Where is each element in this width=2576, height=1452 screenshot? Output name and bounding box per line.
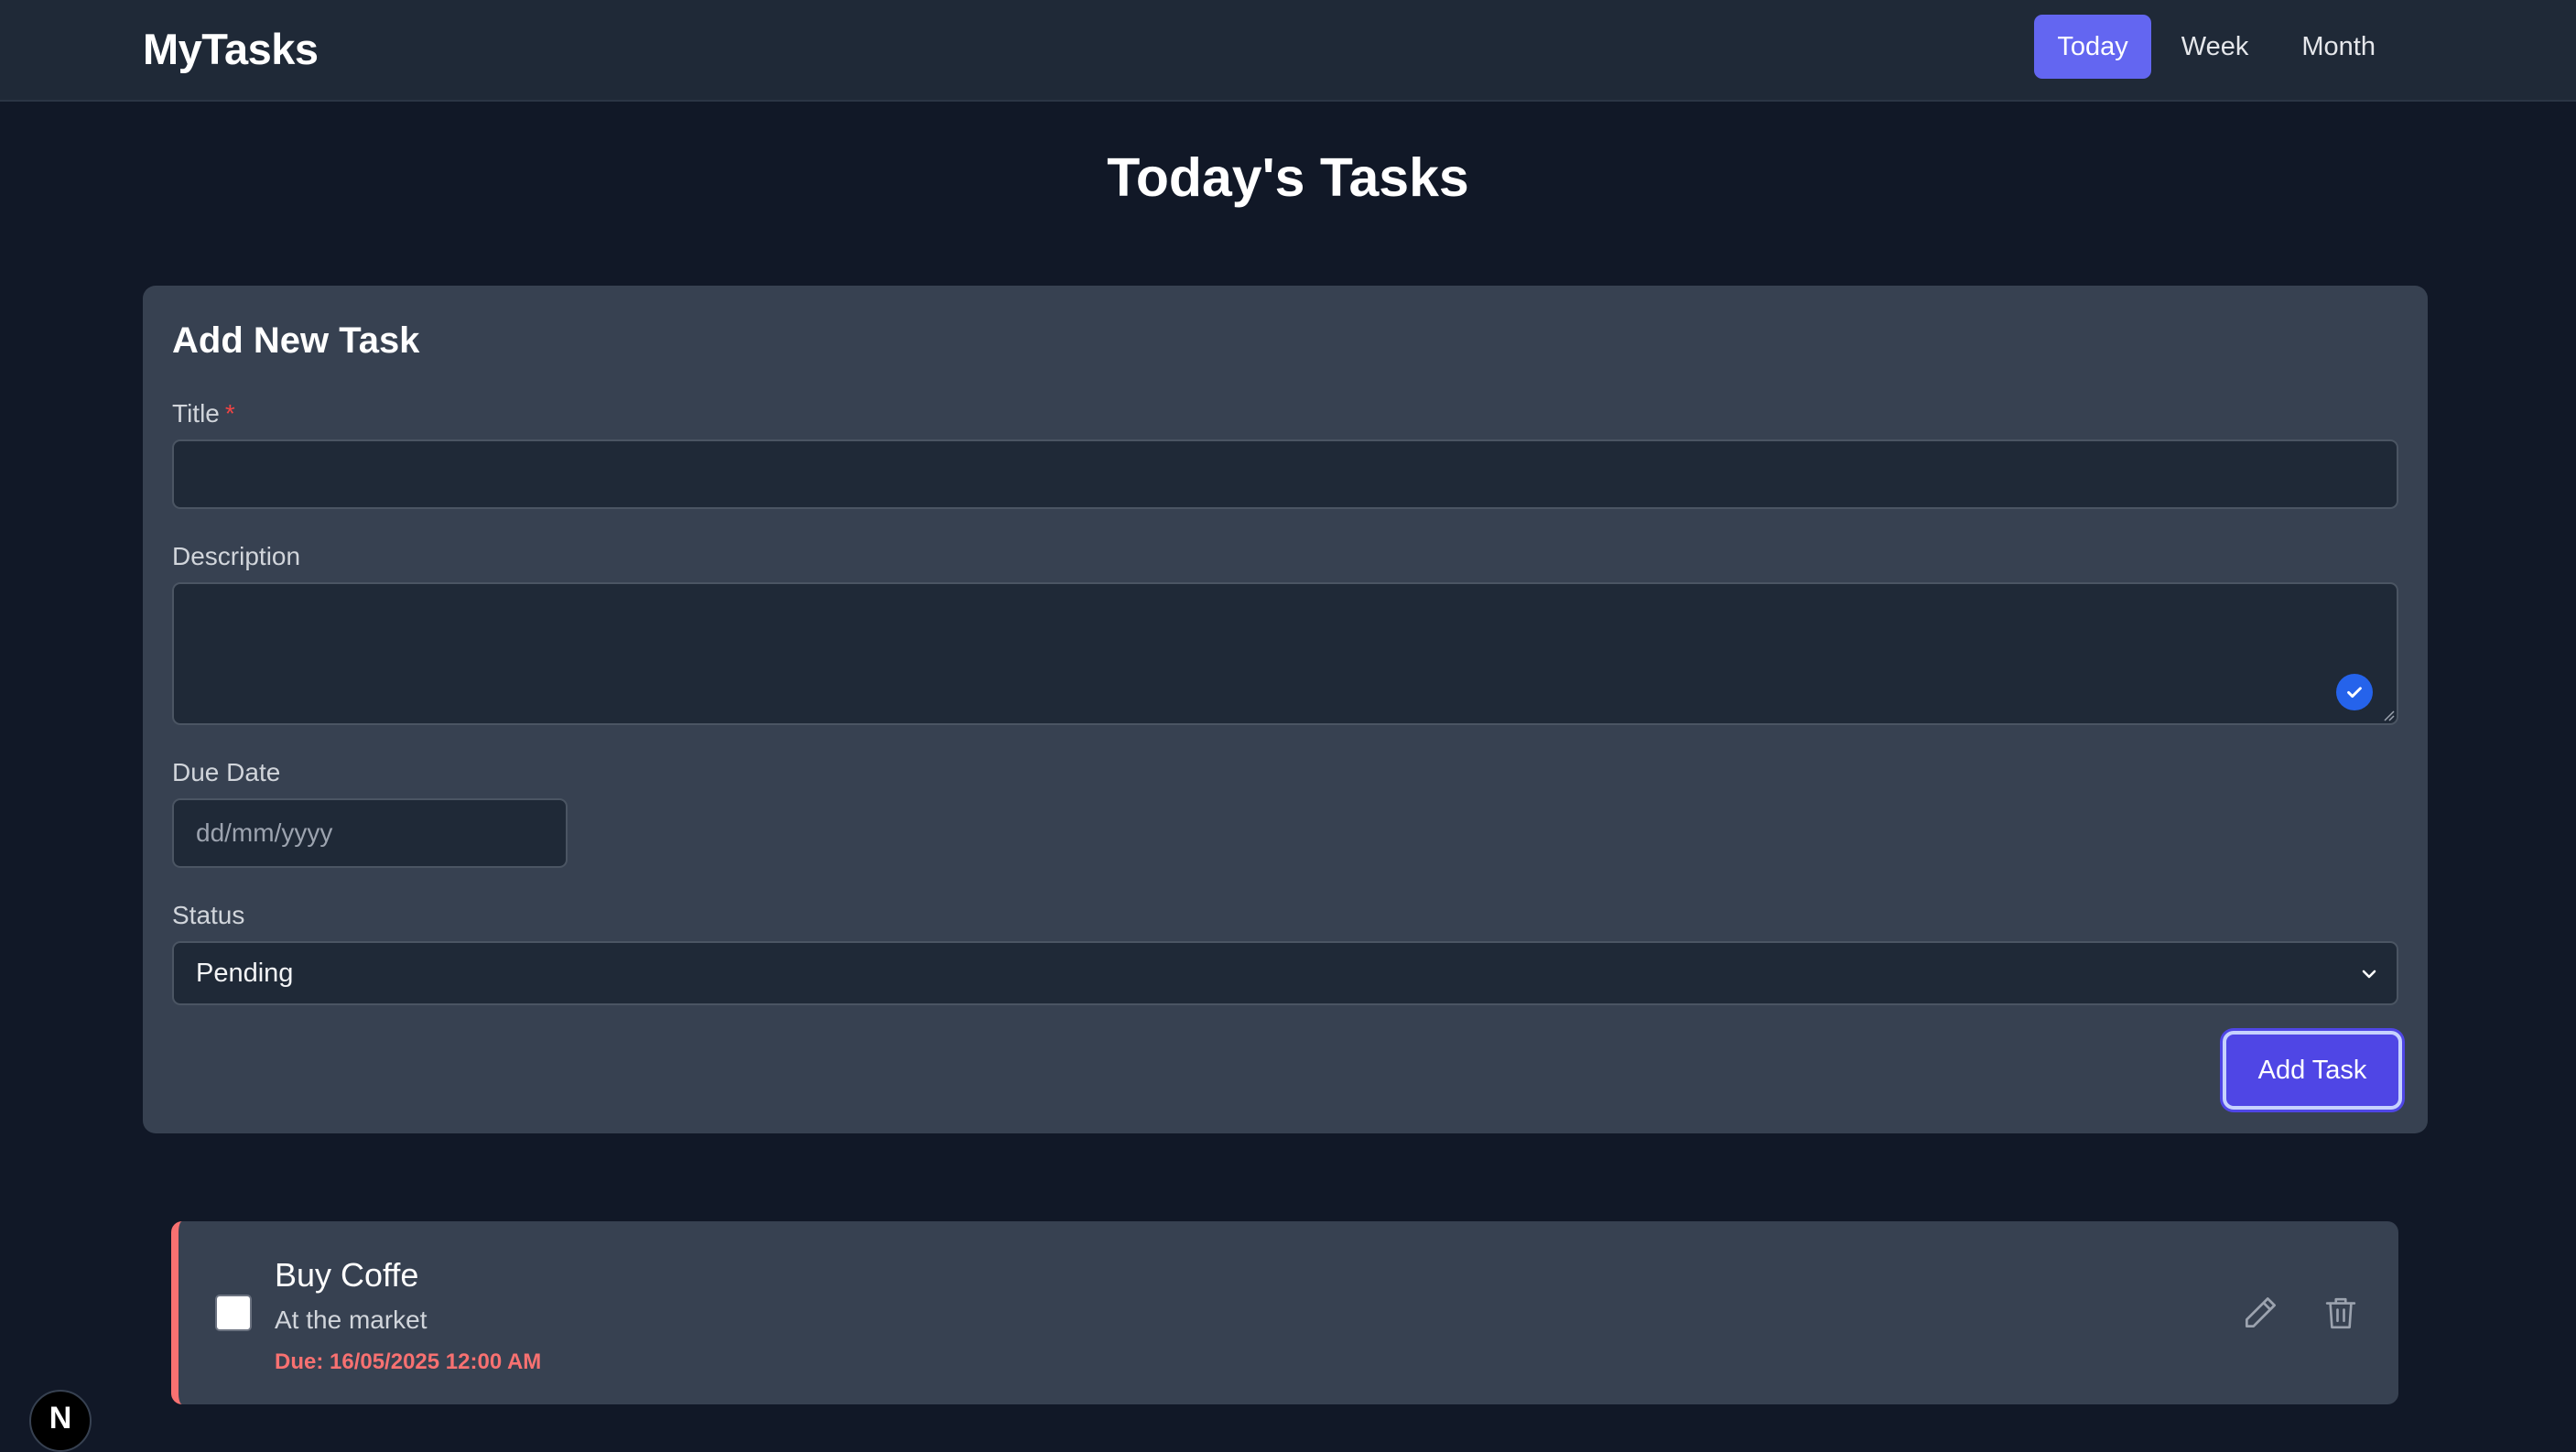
task-title: Buy Coffe <box>275 1256 419 1294</box>
chevron-down-icon <box>2362 970 2376 979</box>
title-label-text: Title <box>172 399 220 428</box>
top-navbar: MyTasks Today Week Month <box>0 0 2576 102</box>
period-tabs: Today Week Month <box>2034 15 2398 79</box>
delete-task-button[interactable] <box>2319 1291 2363 1335</box>
page-title: Today's Tasks <box>1107 147 1469 208</box>
app-brand[interactable]: MyTasks <box>143 24 319 74</box>
description-label: Description <box>172 542 301 570</box>
resize-handle-icon[interactable] <box>2380 707 2395 721</box>
due-date-placeholder: dd/mm/yyyy <box>196 818 333 847</box>
title-input[interactable] <box>172 439 2398 509</box>
pencil-icon <box>2245 1297 2276 1328</box>
trash-icon <box>2325 1297 2356 1329</box>
status-select[interactable]: Pending <box>172 941 2398 1005</box>
edit-task-button[interactable] <box>2238 1291 2282 1335</box>
task-description: At the market <box>275 1306 428 1334</box>
add-task-button[interactable]: Add Task <box>2223 1031 2402 1110</box>
tab-week[interactable]: Week <box>2159 15 2272 79</box>
check-icon[interactable] <box>2336 674 2373 710</box>
task-due-date: Due: 16/05/2025 12:00 AM <box>275 1349 542 1374</box>
required-asterisk: * <box>224 399 235 428</box>
task-complete-checkbox[interactable] <box>215 1295 252 1331</box>
title-label: Title * <box>172 399 235 428</box>
dev-tools-badge[interactable]: N <box>29 1390 92 1452</box>
due-date-label: Due Date <box>172 758 281 786</box>
task-item: Buy Coffe At the market Due: 16/05/2025 … <box>171 1221 2398 1404</box>
tab-month[interactable]: Month <box>2278 15 2398 79</box>
description-textarea[interactable] <box>172 582 2398 725</box>
form-heading: Add New Task <box>172 320 420 361</box>
add-task-form: Add New Task Title * Description Due Date… <box>143 286 2428 1133</box>
status-selected-value: Pending <box>196 958 294 988</box>
status-label: Status <box>172 901 245 929</box>
due-date-input[interactable]: dd/mm/yyyy <box>172 798 568 868</box>
tab-today[interactable]: Today <box>2034 15 2151 79</box>
